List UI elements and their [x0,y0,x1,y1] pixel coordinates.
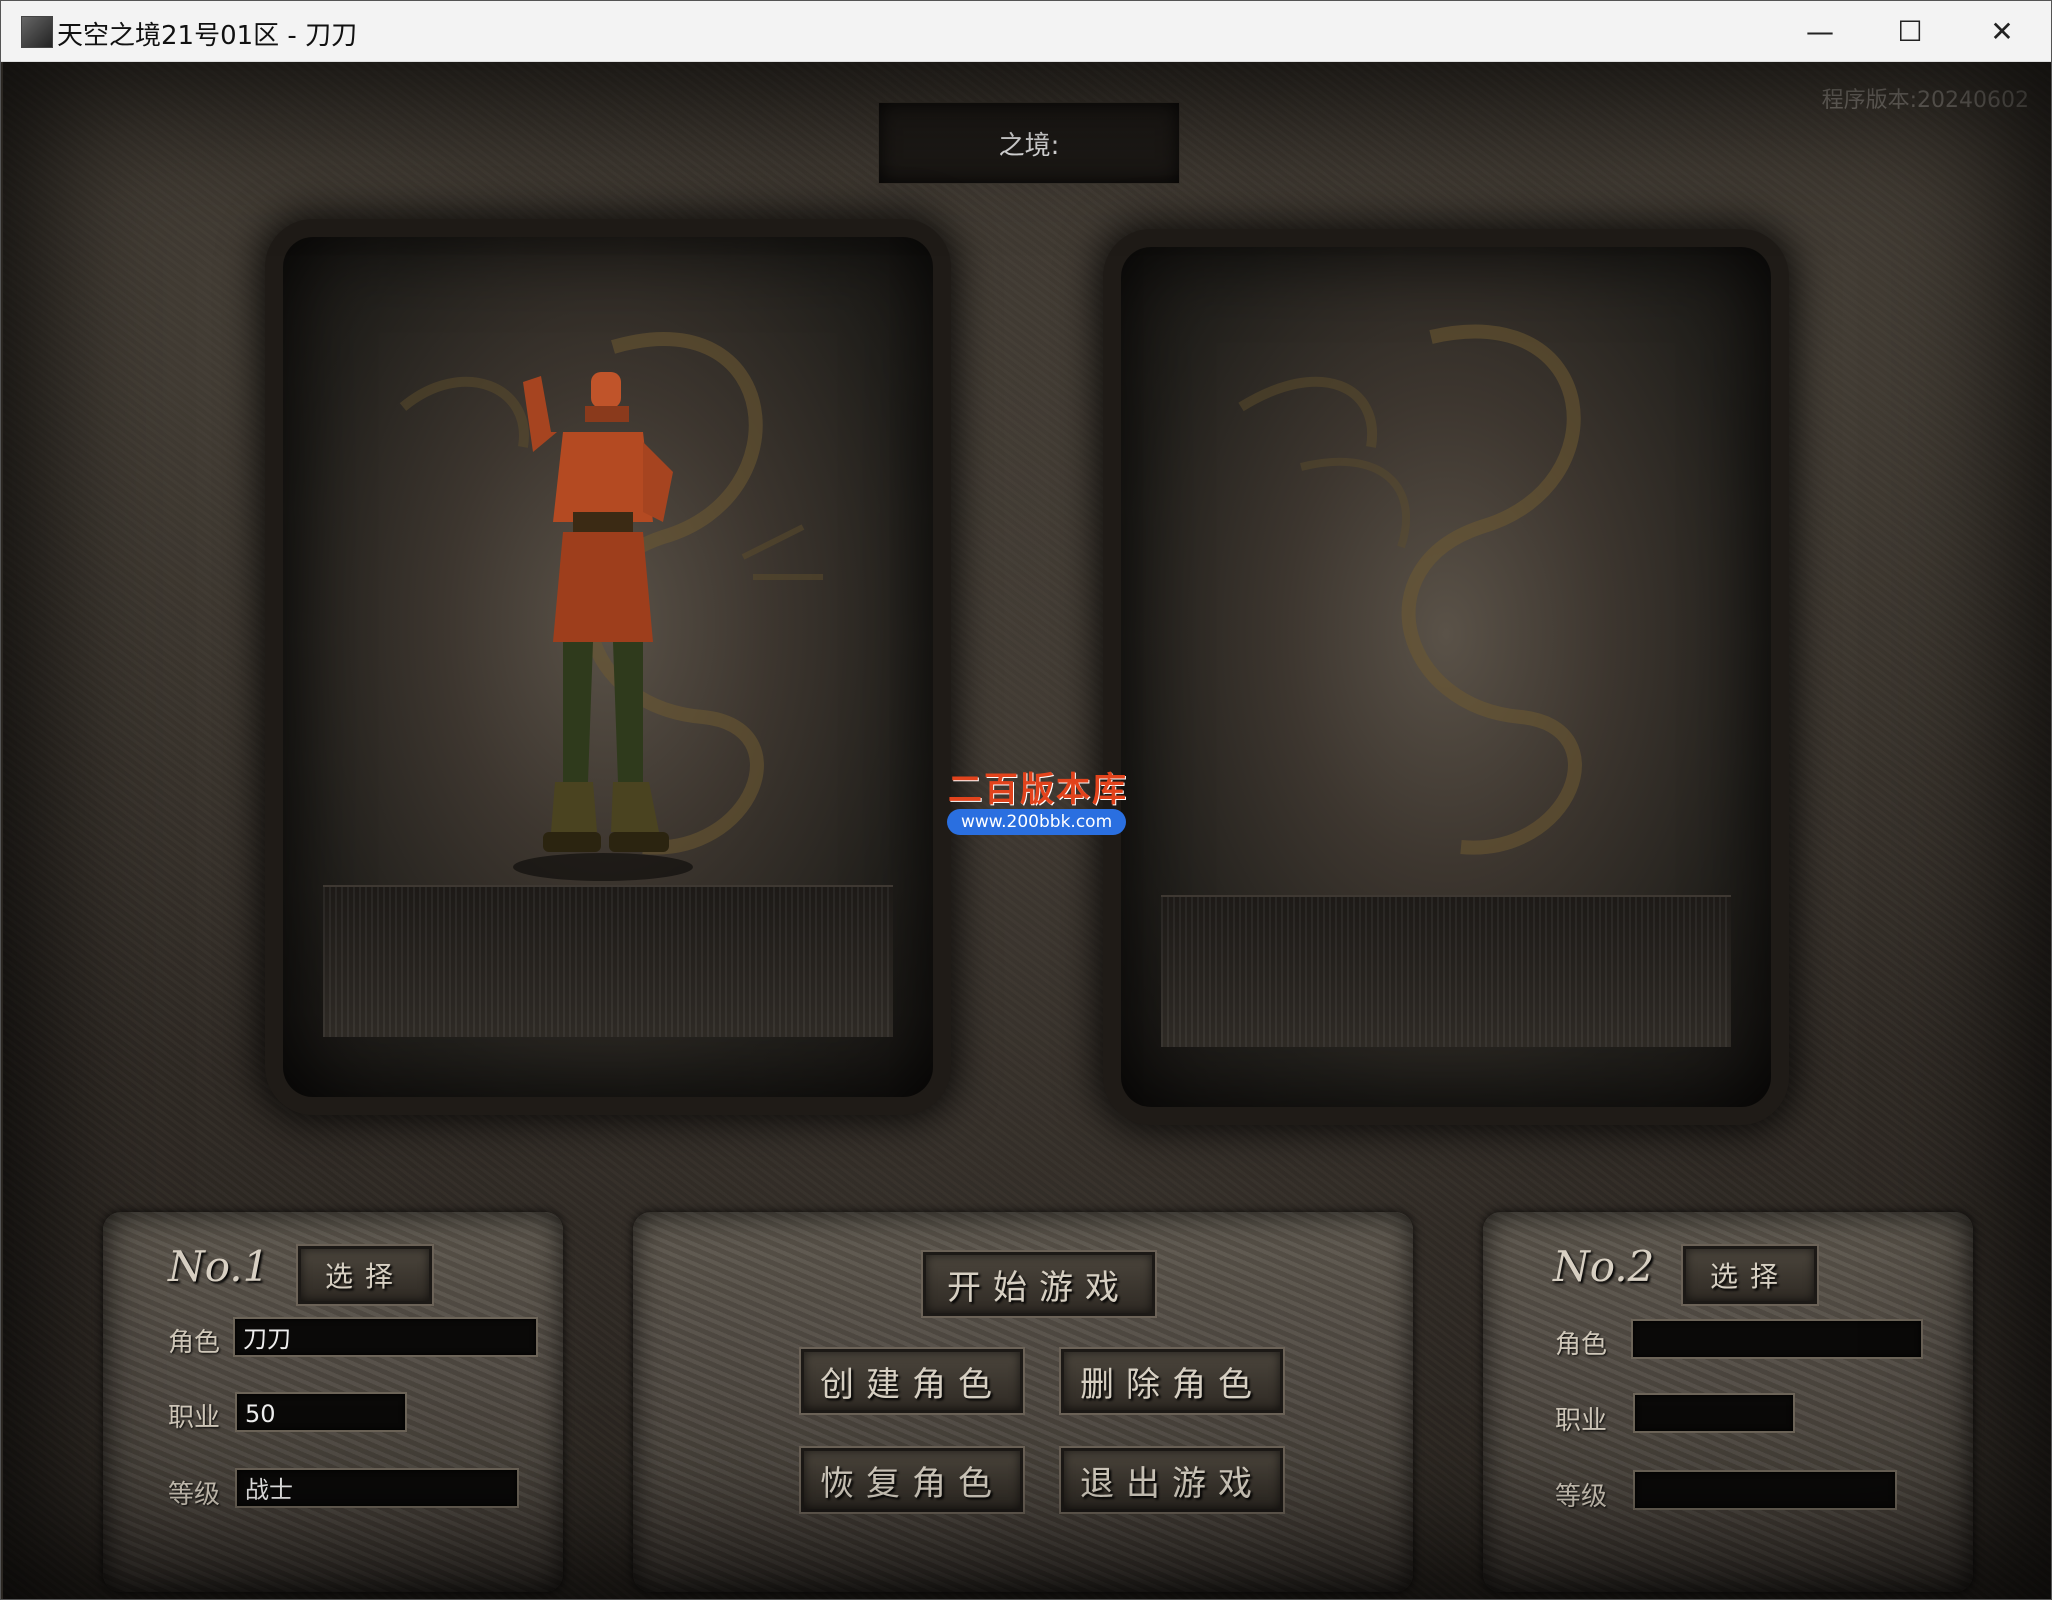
slot-1-role-field: 刀刀 [233,1317,538,1357]
slot-1-job-label: 职业 [168,1403,221,1433]
action-panel: 开始游戏 创建角色 删除角色 恢复角色 退出游戏 [633,1212,1413,1592]
slot-1-select-button[interactable]: 选择 [296,1244,434,1306]
create-role-button[interactable]: 创建角色 [799,1347,1025,1415]
game-window: 天空之境21号01区 - 刀刀 — ☐ ✕ 程序版本:20240602 之境: [0,0,2052,1600]
character-select-screen: 程序版本:20240602 之境: 二百版本库 www.200bbk.com N… [3,62,2051,1599]
dragon-relief-icon [1238,324,1582,855]
slot-1-level-field: 战士 [235,1468,519,1508]
start-game-button[interactable]: 开始游戏 [921,1250,1157,1318]
slot-2-number: No.2 [1553,1242,1655,1291]
watermark-title: 二百版本库 [948,770,1128,810]
slot-2-select-button[interactable]: 选择 [1681,1244,1819,1306]
slot-1-role-label: 角色 [168,1328,221,1358]
exit-game-button[interactable]: 退出游戏 [1059,1446,1285,1514]
server-name: 之境: [998,130,1060,161]
slot-1-panel: No.1 选择 角色 刀刀 职业 50 等级 战士 [103,1212,563,1592]
restore-role-button[interactable]: 恢复角色 [799,1446,1025,1514]
minimize-icon: — [1806,14,1834,48]
slot-2-role-label: 角色 [1555,1330,1608,1360]
delete-role-button[interactable]: 删除角色 [1059,1347,1285,1415]
slot-1-job-field: 50 [235,1392,407,1432]
close-icon: ✕ [1990,14,2014,48]
slot-1-level-label: 等级 [168,1480,221,1510]
maximize-button[interactable]: ☐ [1865,1,1955,61]
app-icon [21,16,53,48]
slot-2-job-field [1633,1393,1795,1433]
slot-2-level-field [1633,1470,1897,1510]
slot-2-role-field [1631,1319,1923,1359]
slot-2-panel: No.2 选择 角色 职业 等级 [1483,1212,1973,1592]
minimize-button[interactable]: — [1775,1,1865,61]
version-label: 程序版本:20240602 [1821,88,2029,113]
character-frame-2[interactable] [1121,247,1771,1107]
warrior-character-icon[interactable] [493,362,713,882]
window-title: 天空之境21号01区 - 刀刀 [57,21,358,51]
close-button[interactable]: ✕ [1957,1,2047,61]
slot-2-job-label: 职业 [1555,1406,1608,1436]
title-bar[interactable]: 天空之境21号01区 - 刀刀 — ☐ ✕ [1,1,2051,62]
watermark-url: www.200bbk.com [947,809,1127,835]
maximize-icon: ☐ [1897,14,1923,48]
server-name-plate: 之境: [878,102,1180,184]
slot-1-number: No.1 [168,1242,270,1291]
slot-2-level-label: 等级 [1555,1482,1608,1512]
